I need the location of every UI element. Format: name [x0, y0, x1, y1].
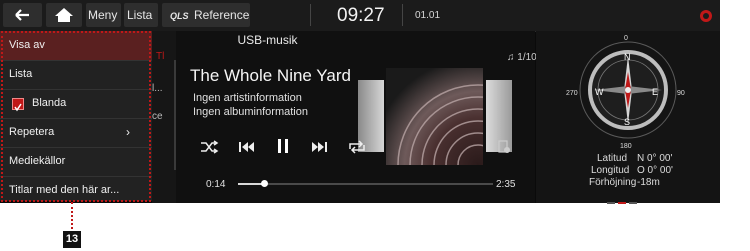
compass-deg-0: 0	[624, 35, 628, 42]
latitude-label: Latitud	[597, 153, 628, 164]
menu-button[interactable]: Meny	[86, 3, 121, 27]
clock: 09:27	[337, 5, 385, 26]
album-info: Ingen albuminformation	[193, 106, 308, 118]
latitude-value: N 0° 00'	[637, 153, 673, 164]
page-dot-active	[618, 202, 626, 204]
qls-logo-icon: QLS	[170, 11, 189, 21]
compass-west: W	[595, 87, 604, 97]
track-count: ♫ 1/10	[507, 52, 537, 64]
album-art	[386, 68, 483, 165]
connected-service-icon	[700, 10, 712, 22]
reference-button[interactable]: QLS Reference	[162, 3, 250, 27]
compass-deg-180: 180	[620, 143, 632, 150]
list-peek-text: ce	[152, 111, 163, 122]
callout-number-badge: 13	[63, 231, 81, 248]
progress-fill	[238, 183, 264, 185]
longitude-label: Longitud	[591, 165, 630, 176]
repeat-icon[interactable]	[347, 139, 367, 155]
reference-button-label: Reference	[194, 8, 250, 22]
compass-deg-90: 90	[677, 90, 685, 97]
menu-button-label: Meny	[88, 8, 118, 22]
artist-info: Ingen artistinformation	[193, 92, 302, 104]
album-art-image	[397, 84, 483, 165]
back-button[interactable]	[3, 3, 42, 27]
callout-leader-line	[71, 202, 73, 229]
track-count-value: 1/10	[517, 52, 537, 63]
song-title: The Whole Nine Yard:	[190, 66, 350, 85]
back-arrow-icon	[15, 9, 29, 21]
progress-bar[interactable]	[238, 180, 493, 187]
list-peek-strip: Tl l... ce	[152, 31, 176, 203]
compass-south: S	[624, 117, 631, 127]
list-peek-text: Tl	[156, 51, 165, 62]
divider	[402, 4, 403, 26]
previous-track-icon[interactable]	[237, 139, 257, 155]
top-bar: Meny Lista QLS Reference 09:27 01.01	[0, 0, 720, 32]
compass-deg-270: 270	[566, 90, 578, 97]
page-indicator	[607, 191, 637, 209]
home-icon	[55, 8, 73, 22]
longitude-value: O 0° 00'	[637, 165, 673, 176]
total-time: 2:35	[496, 179, 516, 190]
shuffle-icon[interactable]	[199, 139, 219, 155]
list-button[interactable]: Lista	[124, 3, 158, 27]
home-button[interactable]	[46, 3, 82, 27]
media-settings-icon[interactable]	[497, 140, 517, 156]
compass-east: E	[652, 87, 659, 97]
pause-icon[interactable]	[273, 137, 293, 153]
altitude-label: Förhöjning	[589, 177, 637, 188]
music-note-icon: ♫	[507, 52, 515, 63]
compass-north: N	[624, 52, 631, 62]
progress-knob[interactable]	[260, 180, 268, 187]
list-scrollbar[interactable]	[174, 60, 176, 170]
callout-outline	[1, 31, 151, 202]
page-dot	[607, 202, 615, 204]
list-peek-text: l...	[152, 83, 163, 94]
list-button-label: Lista	[127, 8, 153, 22]
divider	[310, 4, 311, 26]
altitude-value: -18m	[637, 177, 660, 188]
date: 01.01	[415, 10, 441, 21]
elapsed-time: 0:14	[206, 179, 226, 190]
page-dot	[629, 202, 637, 204]
next-track-icon[interactable]	[309, 139, 329, 155]
